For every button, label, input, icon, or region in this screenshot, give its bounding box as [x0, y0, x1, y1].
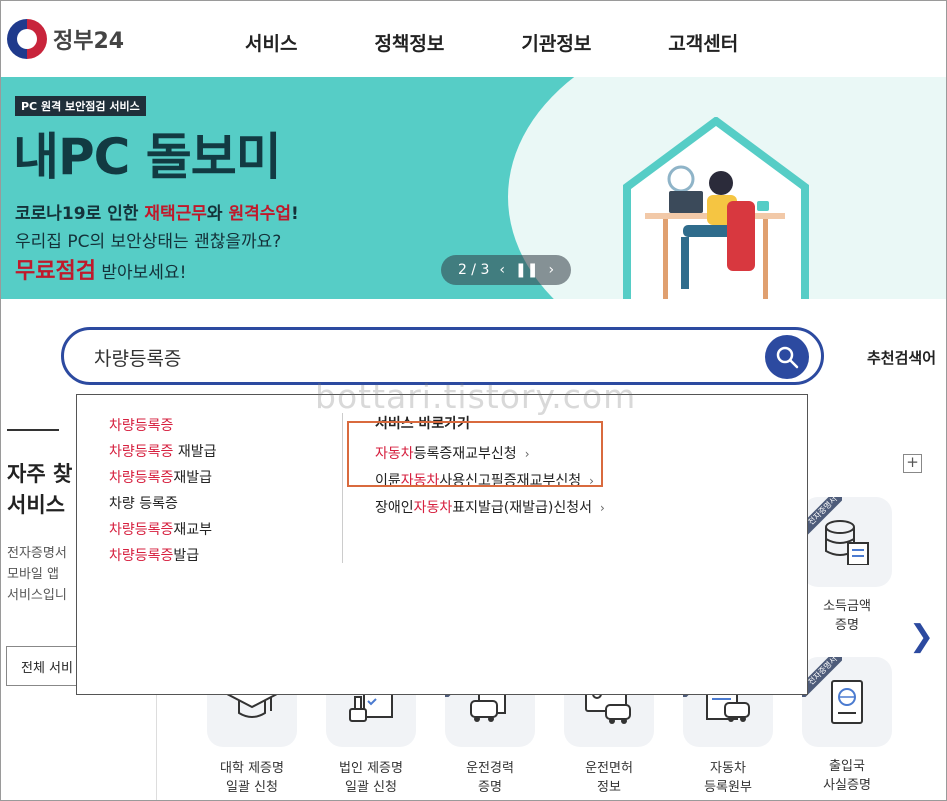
site-header: 정부24 서비스 정책정보 기관정보 고객센터: [1, 1, 946, 77]
shortcut-disabled-car-sign[interactable]: 장애인자동차표지발급(재발급)신청서 ›: [375, 495, 605, 522]
section-title: 자주 찾 서비스: [7, 462, 73, 517]
service-label-driving-record[interactable]: 운전경력 증명: [430, 759, 550, 797]
suggestion-item[interactable]: 차량등록증재교부: [109, 517, 217, 543]
highlight-annotation-box: [347, 421, 603, 487]
nav-services[interactable]: 서비스: [245, 29, 297, 56]
suggestion-item[interactable]: 차량등록증재발급: [109, 465, 217, 491]
banner-line-3: 무료점검 받아보세요!: [15, 259, 187, 284]
next-arrow-icon[interactable]: ❯: [909, 619, 934, 654]
suggestion-item[interactable]: 차량등록증: [109, 413, 217, 439]
search-icon: [776, 346, 799, 369]
house-illustration-icon: [623, 117, 809, 299]
nav-policy[interactable]: 정책정보: [374, 29, 444, 56]
logo-text: 정부24: [53, 29, 125, 54]
recommended-keywords-label[interactable]: 추천검색어: [867, 347, 936, 368]
banner-line-1: 코로나19로 인한 재택근무와 원격수업!: [15, 204, 299, 224]
banner-pager: 2 / 3 ‹ ❚❚ ›: [441, 255, 571, 285]
promo-banner[interactable]: PC 원격 보안점검 서비스 내PC 돌보미 코로나19로 인한 재택근무와 원…: [1, 77, 946, 299]
service-label-license[interactable]: 운전면허 정보: [549, 759, 669, 797]
search-input[interactable]: [94, 342, 754, 372]
suggestion-item[interactable]: 차량등록증발급: [109, 543, 217, 569]
prev-slide-icon[interactable]: ‹: [499, 262, 505, 278]
suggestion-list: 차량등록증 차량등록증 재발급 차량등록증재발급 차량 등록증 차량등록증재교부…: [109, 413, 217, 569]
title-rule: [7, 429, 59, 431]
banner-line-2: 우리집 PC의 보안상태는 괜찮을까요?: [15, 232, 282, 252]
service-label-car-register[interactable]: 자동차 등록원부: [668, 759, 788, 797]
banner-badge: PC 원격 보안점검 서비스: [15, 96, 146, 116]
watermark: bottari.tistory.com: [315, 377, 637, 416]
service-label-corporate[interactable]: 법인 제증명 일괄 신청: [311, 759, 431, 797]
add-icon[interactable]: +: [903, 454, 922, 473]
service-label-university[interactable]: 대학 제증명 일괄 신청: [192, 759, 312, 797]
e-certificate-ribbon: 전자증명서: [802, 657, 842, 697]
taegeuk-logo-icon: [7, 19, 47, 59]
service-label-immigration[interactable]: 출입국 사실증명: [787, 757, 907, 795]
next-slide-icon[interactable]: ›: [548, 262, 554, 278]
browser-frame: 정부24 서비스 정책정보 기관정보 고객센터 PC 원격 보안점검 서비스 내…: [0, 0, 947, 801]
site-logo[interactable]: 정부24: [7, 19, 124, 59]
pager-count: 2 / 3: [457, 262, 490, 278]
pause-icon[interactable]: ❚❚: [515, 262, 538, 278]
nav-customer-center[interactable]: 고객센터: [668, 29, 738, 56]
suggestion-item[interactable]: 차량등록증 재발급: [109, 439, 217, 465]
section-description: 전자증명서 모바일 앱 서비스입니: [7, 546, 67, 603]
dropdown-divider: [342, 413, 343, 563]
nav-agency[interactable]: 기관정보: [521, 29, 591, 56]
banner-title: 내PC 돌보미: [13, 128, 282, 186]
main-nav: 서비스 정책정보 기관정보 고객센터: [245, 29, 738, 56]
chevron-right-icon: ›: [600, 501, 605, 515]
suggestion-item[interactable]: 차량 등록증: [109, 491, 217, 517]
search-button[interactable]: [765, 335, 809, 379]
e-certificate-ribbon: 전자증명서: [802, 497, 842, 537]
